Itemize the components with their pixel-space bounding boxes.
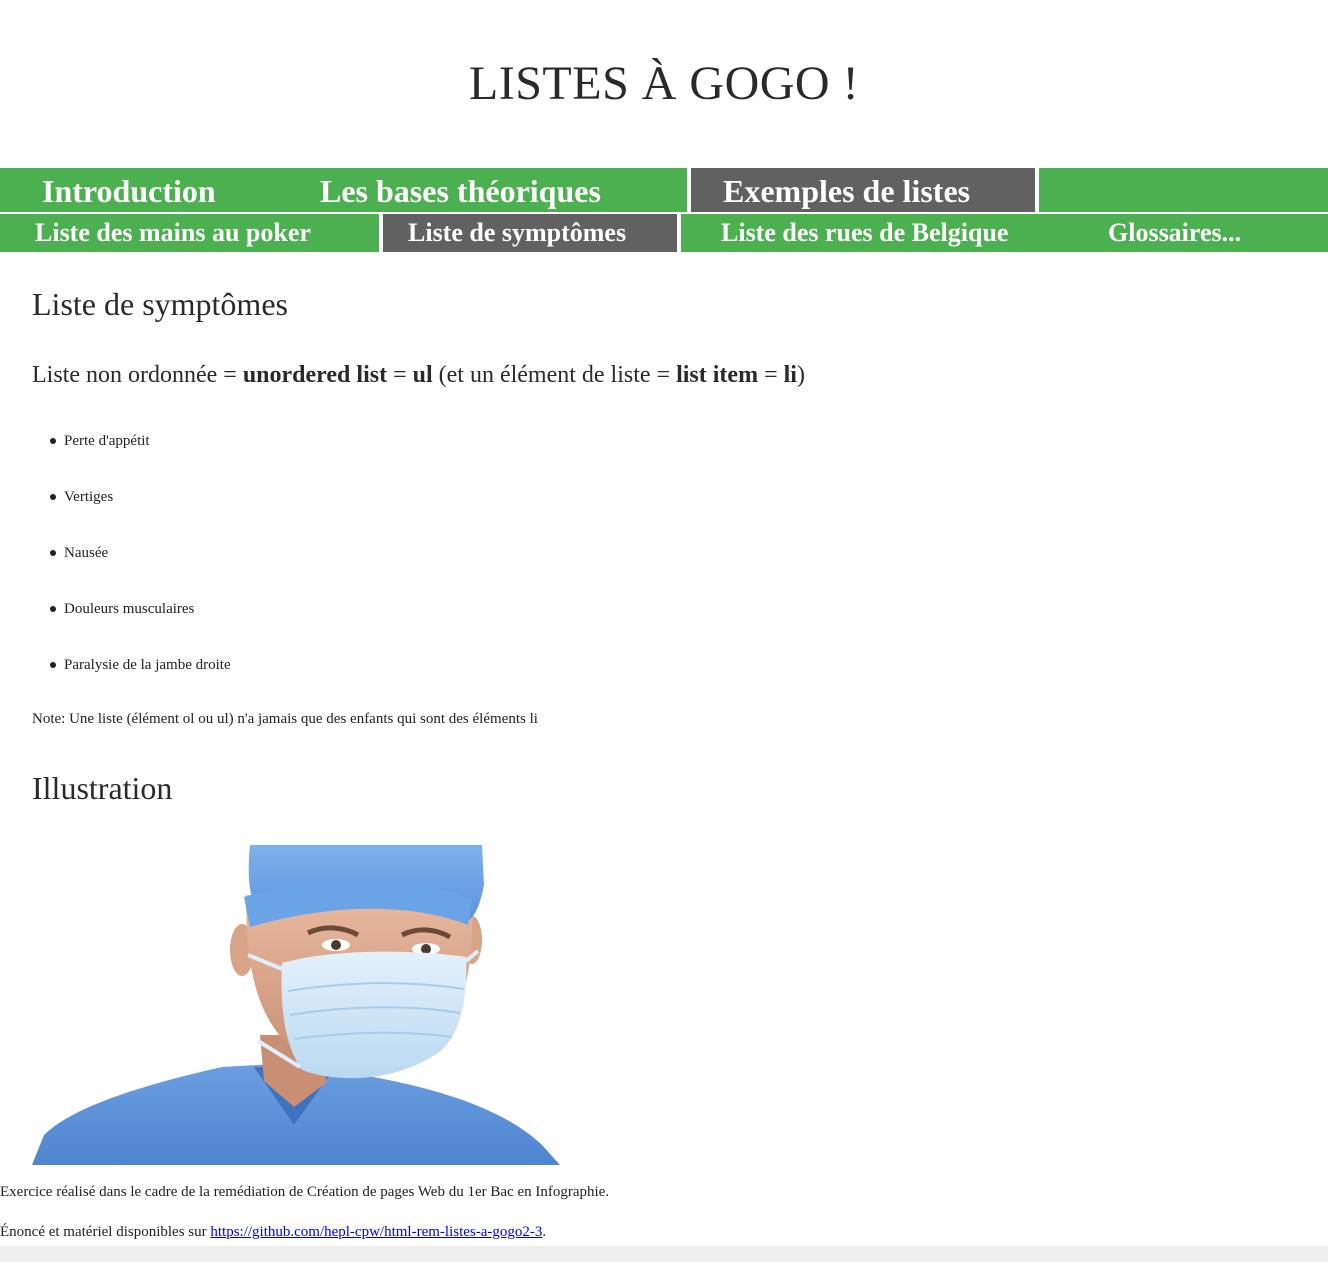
list-item-label: Nausée <box>64 545 109 561</box>
term-unordered-list: unordered list <box>242 362 388 388</box>
site-title: LISTES À GOGO ! <box>468 57 860 110</box>
note-text: Note: Une liste (élément ol ou ul) n'a j… <box>32 711 538 727</box>
term-li: li <box>783 362 797 388</box>
nav-item-exemples-de-listes[interactable]: Exemples de listes <box>691 168 1035 212</box>
surgeon-image <box>32 845 560 1165</box>
term-ul: ul <box>412 362 433 388</box>
bullet-icon <box>50 662 56 668</box>
footer-credit: Exercice réalisé dans le cadre de la rem… <box>0 1184 610 1200</box>
list-item-label: Douleurs musculaires <box>64 601 195 617</box>
nav-item-introduction[interactable]: Introduction <box>42 168 216 212</box>
list-item: Perte d'appétit <box>32 420 231 476</box>
section-heading: Liste de symptômes <box>32 286 288 322</box>
intro-text: Liste non ordonnée = unordered list = ul… <box>32 362 805 389</box>
footer-source: Énoncé et matériel disponibles sur https… <box>0 1224 546 1241</box>
page: LISTES À GOGO ! Introduction Les bases t… <box>0 0 1328 1246</box>
subnav-item-symptomes[interactable]: Liste de symptômes <box>383 214 677 252</box>
list-item-label: Vertiges <box>64 489 114 505</box>
footer-source-prefix: Énoncé et matériel disponibles sur <box>0 1224 211 1240</box>
sub-nav: Liste des mains au poker Liste de symptô… <box>0 214 1328 252</box>
intro-text-part: = <box>387 362 413 388</box>
subnav-item-rues-belgique[interactable]: Liste des rues de Belgique <box>721 214 1008 252</box>
nav-separator <box>677 214 681 252</box>
bullet-icon <box>50 494 56 500</box>
term-list-item: list item <box>676 362 759 388</box>
nav-item-bases-theoriques[interactable]: Les bases théoriques <box>320 168 601 212</box>
bullet-icon <box>50 550 56 556</box>
intro-text-part: (et un élément de liste = <box>432 362 677 388</box>
intro-text-part: = <box>758 362 784 388</box>
list-item-label: Paralysie de la jambe droite <box>64 657 231 673</box>
list-item-label: Perte d'appétit <box>64 433 150 449</box>
illustration-heading: Illustration <box>32 770 173 806</box>
github-link[interactable]: https://github.com/hepl-cpw/html-rem-lis… <box>210 1224 542 1240</box>
intro-text-part: ) <box>796 362 805 388</box>
list-item: Douleurs musculaires <box>32 588 231 644</box>
bullet-icon <box>50 438 56 444</box>
main-nav: Introduction Les bases théoriques Exempl… <box>0 168 1328 212</box>
symptom-list: Perte d'appétit Vertiges Nausée Douleurs… <box>32 420 231 700</box>
list-item: Nausée <box>32 532 231 588</box>
surgeon-illustration <box>32 845 560 1165</box>
intro-text-part: Liste non ordonnée = <box>32 362 243 388</box>
bullet-icon <box>50 606 56 612</box>
subnav-item-glossaires[interactable]: Glossaires... <box>1108 214 1241 252</box>
subnav-item-mains-poker[interactable]: Liste des mains au poker <box>35 214 311 252</box>
footer-source-suffix: . <box>542 1224 547 1240</box>
list-item: Vertiges <box>32 476 231 532</box>
list-item: Paralysie de la jambe droite <box>32 644 231 700</box>
nav-separator <box>1035 168 1039 212</box>
